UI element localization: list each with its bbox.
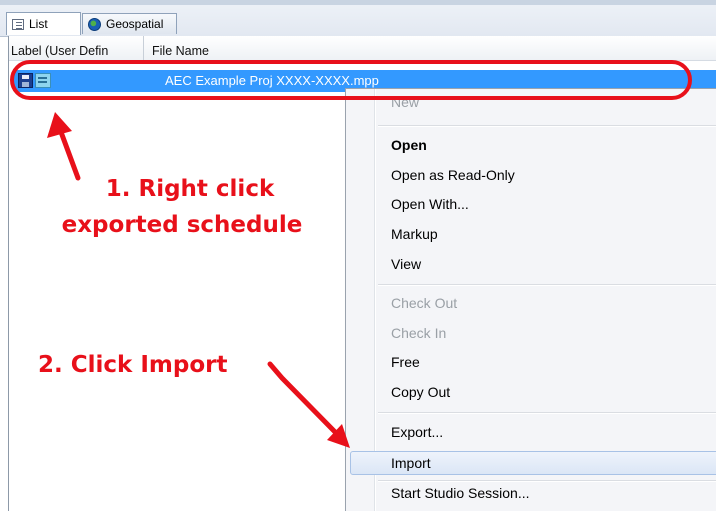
tab-list-label: List — [29, 17, 48, 31]
menu-item-check-in[interactable]: Check In — [391, 322, 446, 344]
menu-item-copy-out[interactable]: Copy Out — [391, 381, 450, 403]
menu-item-markup[interactable]: Markup — [391, 223, 438, 245]
menu-item-import[interactable]: Import — [391, 452, 431, 474]
tab-geospatial[interactable]: Geospatial — [82, 13, 177, 34]
menu-separator — [378, 412, 716, 414]
menu-item-check-out[interactable]: Check Out — [391, 292, 457, 314]
annotation-step1-line1: 1. Right click — [105, 176, 275, 202]
menu-gutter — [374, 89, 376, 511]
column-header: Label (User Defin File Name — [9, 36, 716, 61]
menu-separator — [378, 125, 716, 127]
context-menu: New Open Open as Read-Only Open With... … — [345, 88, 716, 511]
list-left-border — [8, 36, 9, 511]
column-header-file-name[interactable]: File Name — [152, 36, 352, 60]
arrow-to-row — [47, 112, 81, 181]
annotation-step1-line2: exported schedule — [61, 212, 303, 238]
menu-item-free[interactable]: Free — [391, 351, 420, 373]
globe-icon — [88, 17, 101, 31]
menu-separator — [378, 284, 716, 286]
highlight-ellipse — [10, 60, 692, 100]
menu-item-view[interactable]: View — [391, 253, 421, 275]
menu-item-open[interactable]: Open — [391, 134, 427, 156]
menu-item-export[interactable]: Export... — [391, 421, 443, 443]
column-header-label[interactable]: Label (User Defin — [11, 36, 144, 60]
menu-item-open-with[interactable]: Open With... — [391, 193, 469, 215]
tab-strip: List Geospatial — [0, 0, 716, 37]
menu-item-start-studio-session[interactable]: Start Studio Session... — [391, 482, 530, 504]
menu-item-open-read-only[interactable]: Open as Read-Only — [391, 164, 515, 186]
tab-list[interactable]: List — [6, 12, 81, 35]
annotation-step2: 2. Click Import — [38, 352, 228, 378]
tab-geospatial-label: Geospatial — [106, 17, 164, 31]
screenshot-frame: List Geospatial Label (User Defin File N… — [0, 0, 716, 511]
list-icon — [12, 18, 24, 30]
